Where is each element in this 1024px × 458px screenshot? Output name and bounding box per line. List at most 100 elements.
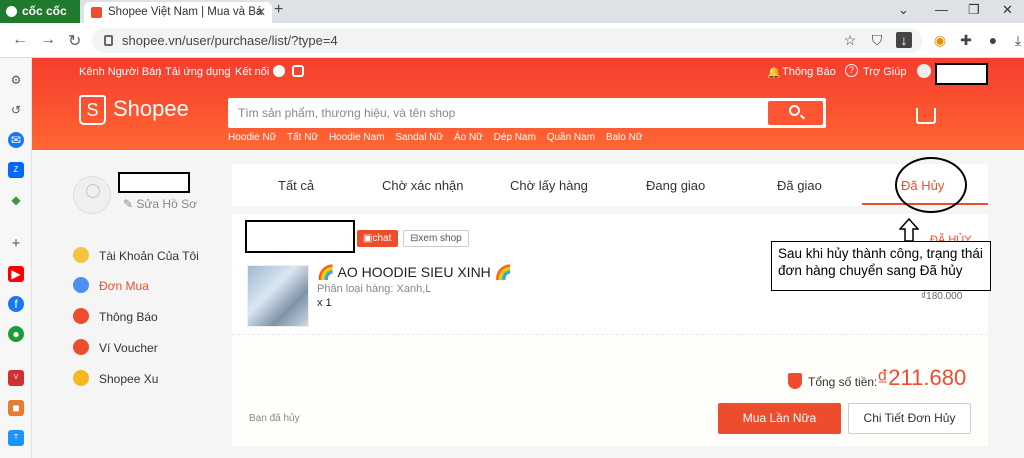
back-icon[interactable]: ← [12,31,28,49]
facebook-icon[interactable] [273,65,285,77]
redacted-shop-name [245,220,355,253]
search-input[interactable]: Tìm sản phẩm, thương hiệu, và tên shop [238,106,455,120]
cart-icon[interactable] [916,108,936,124]
search-button[interactable] [768,101,823,125]
edit-profile-link[interactable]: ✎ Sửa Hồ Sơ [123,197,197,211]
shopee-logo-text: Shopee [113,95,189,121]
total-value: ₫211.680 [877,365,967,390]
download-icon[interactable]: ⤓ [1010,32,1024,48]
game-icon[interactable]: ◆ [8,192,24,208]
tab-to-ship[interactable]: Chờ lấy hàng [510,178,588,193]
menu-item-label: Ví Voucher [99,341,158,355]
order-status-tabs: Tất cả Chờ xác nhận Chờ lấy hàng Đang gi… [232,164,988,206]
settings-icon[interactable]: ⚙ [8,72,24,88]
tab-shipping[interactable]: Đang giao [646,178,705,193]
view-shop-button[interactable]: ⊟xem shop [403,230,469,247]
annotation-line: Sau khi hủy thành công, trạng thái [778,246,983,261]
youtube-icon[interactable]: ▶ [8,266,24,282]
minimize-icon[interactable]: — [935,2,948,17]
window-close-icon[interactable]: ✕ [1002,2,1013,18]
history-icon[interactable]: ↺ [8,102,24,118]
shopee-logo[interactable]: S Shopee [79,95,189,125]
messenger-icon[interactable]: ✉ [8,132,24,148]
search-bar[interactable]: Tìm sản phẩm, thương hiệu, và tên shop [228,98,826,128]
tab-delivered[interactable]: Đã giao [777,178,822,193]
lock-icon [104,35,113,46]
purchase-icon [73,277,89,293]
account-icon[interactable]: ● [985,32,1001,48]
nav-separator: | [158,66,161,78]
chat-label: chat [372,233,392,244]
suggestion-link[interactable]: Dép Nam [494,132,536,143]
suggestion-link[interactable]: Hoodie Nam [329,132,385,143]
shield-icon[interactable]: ⛉ [869,32,885,48]
seller-center-link[interactable]: Kênh Người Bán [79,66,161,78]
account-icon [73,247,89,263]
total-label: Tổng số tiền: [808,375,878,389]
list-tabs-icon[interactable]: ⌄ [898,2,909,18]
suggestion-link[interactable]: Hoodie Nữ [228,132,276,143]
product-thumbnail[interactable] [247,265,309,327]
download-ext-icon[interactable]: ↓ [896,32,912,48]
profile-avatar[interactable] [73,176,111,214]
tab-pending[interactable]: Chờ xác nhận [382,178,464,193]
connect-label: Kết nối [235,66,270,78]
suggestion-link[interactable]: Áo Nữ [454,132,483,143]
browser-brand[interactable]: cốc cốc [0,0,80,23]
annotation-line: đơn hàng chuyển sang Đã hủy [778,263,963,278]
download-app-link[interactable]: Tải ứng dụng [165,66,230,78]
menu-item-label: Thông Báo [99,310,158,324]
suggestion-link[interactable]: Quần Nam [547,132,595,143]
extension-orange-icon[interactable]: ◉ [932,32,948,48]
restore-icon[interactable]: ❐ [968,2,980,18]
coin-icon [73,370,89,386]
zalo-icon[interactable]: Z [8,162,24,178]
cancel-detail-button[interactable]: Chi Tiết Đơn Hủy [848,403,971,434]
shopee-favicon-icon [91,7,102,18]
url-field[interactable]: shopee.vn/user/purchase/list/?type=4 [92,28,922,53]
reload-icon[interactable]: ↻ [68,31,81,51]
tiki-icon[interactable]: T [8,430,24,446]
facebook-icon[interactable]: f [8,296,24,312]
buy-again-button[interactable]: Mua Lần Nữa [718,403,841,434]
new-tab-button[interactable]: + [274,1,283,19]
search-icon [789,105,800,116]
voucher-icon [73,339,89,355]
puzzle-icon[interactable]: ✚ [958,32,974,48]
help-link[interactable]: Trợ Giúp [863,66,906,78]
tab-close-icon[interactable]: ✕ [256,2,266,23]
highlight-circle [895,157,967,213]
chat-button[interactable]: ▣chat [357,230,398,247]
vtv-icon[interactable]: V [8,370,24,386]
tab-all[interactable]: Tất cả [278,178,314,193]
bookmark-star-icon[interactable]: ☆ [842,32,858,48]
shopee-header: Kênh Người Bán | Tải ứng dụng | Kết nối … [32,58,1024,150]
user-avatar[interactable] [917,64,931,78]
forward-icon[interactable]: → [40,31,56,49]
suggestion-link[interactable]: Balo Nữ [606,132,643,143]
add-icon[interactable]: + [8,236,24,252]
notifications-link[interactable]: Thông Báo [782,66,836,78]
suggestion-link[interactable]: Tất Nữ [287,132,318,143]
browser-brand-label: cốc cốc [22,4,67,18]
product-name[interactable]: 🌈 AO HOODIE SIEU XINH 🌈 [317,264,512,281]
nav-separator: | [228,66,231,78]
product-price: ₫180.000 [921,291,963,302]
menu-item-label: Đơn Mua [99,279,149,293]
search-suggestions: Hoodie Nữ Tất Nữ Hoodie Nam Sandal Nữ Áo… [228,132,651,143]
suggestion-link[interactable]: Sandal Nữ [395,132,443,143]
product-quantity: x 1 [317,297,332,309]
shopee-shield-icon [788,373,802,389]
up-arrow-icon [899,218,919,242]
bell-icon: 🔔 [767,67,781,79]
app-icon[interactable]: ■ [8,400,24,416]
browser-tab-title: Shopee Việt Nam | Mua và Bá [108,6,263,18]
divider [232,334,988,335]
browser-tab[interactable]: Shopee Việt Nam | Mua và Bá ✕ [84,2,272,23]
cancelled-by-text: Bạn đã hủy [249,413,300,424]
redacted-username [935,63,988,85]
browser-tab-bar: cốc cốc Shopee Việt Nam | Mua và Bá ✕ + … [0,0,1024,23]
instagram-icon[interactable] [292,65,304,77]
whatsapp-icon[interactable]: ● [8,326,24,342]
bell-icon [73,308,89,324]
